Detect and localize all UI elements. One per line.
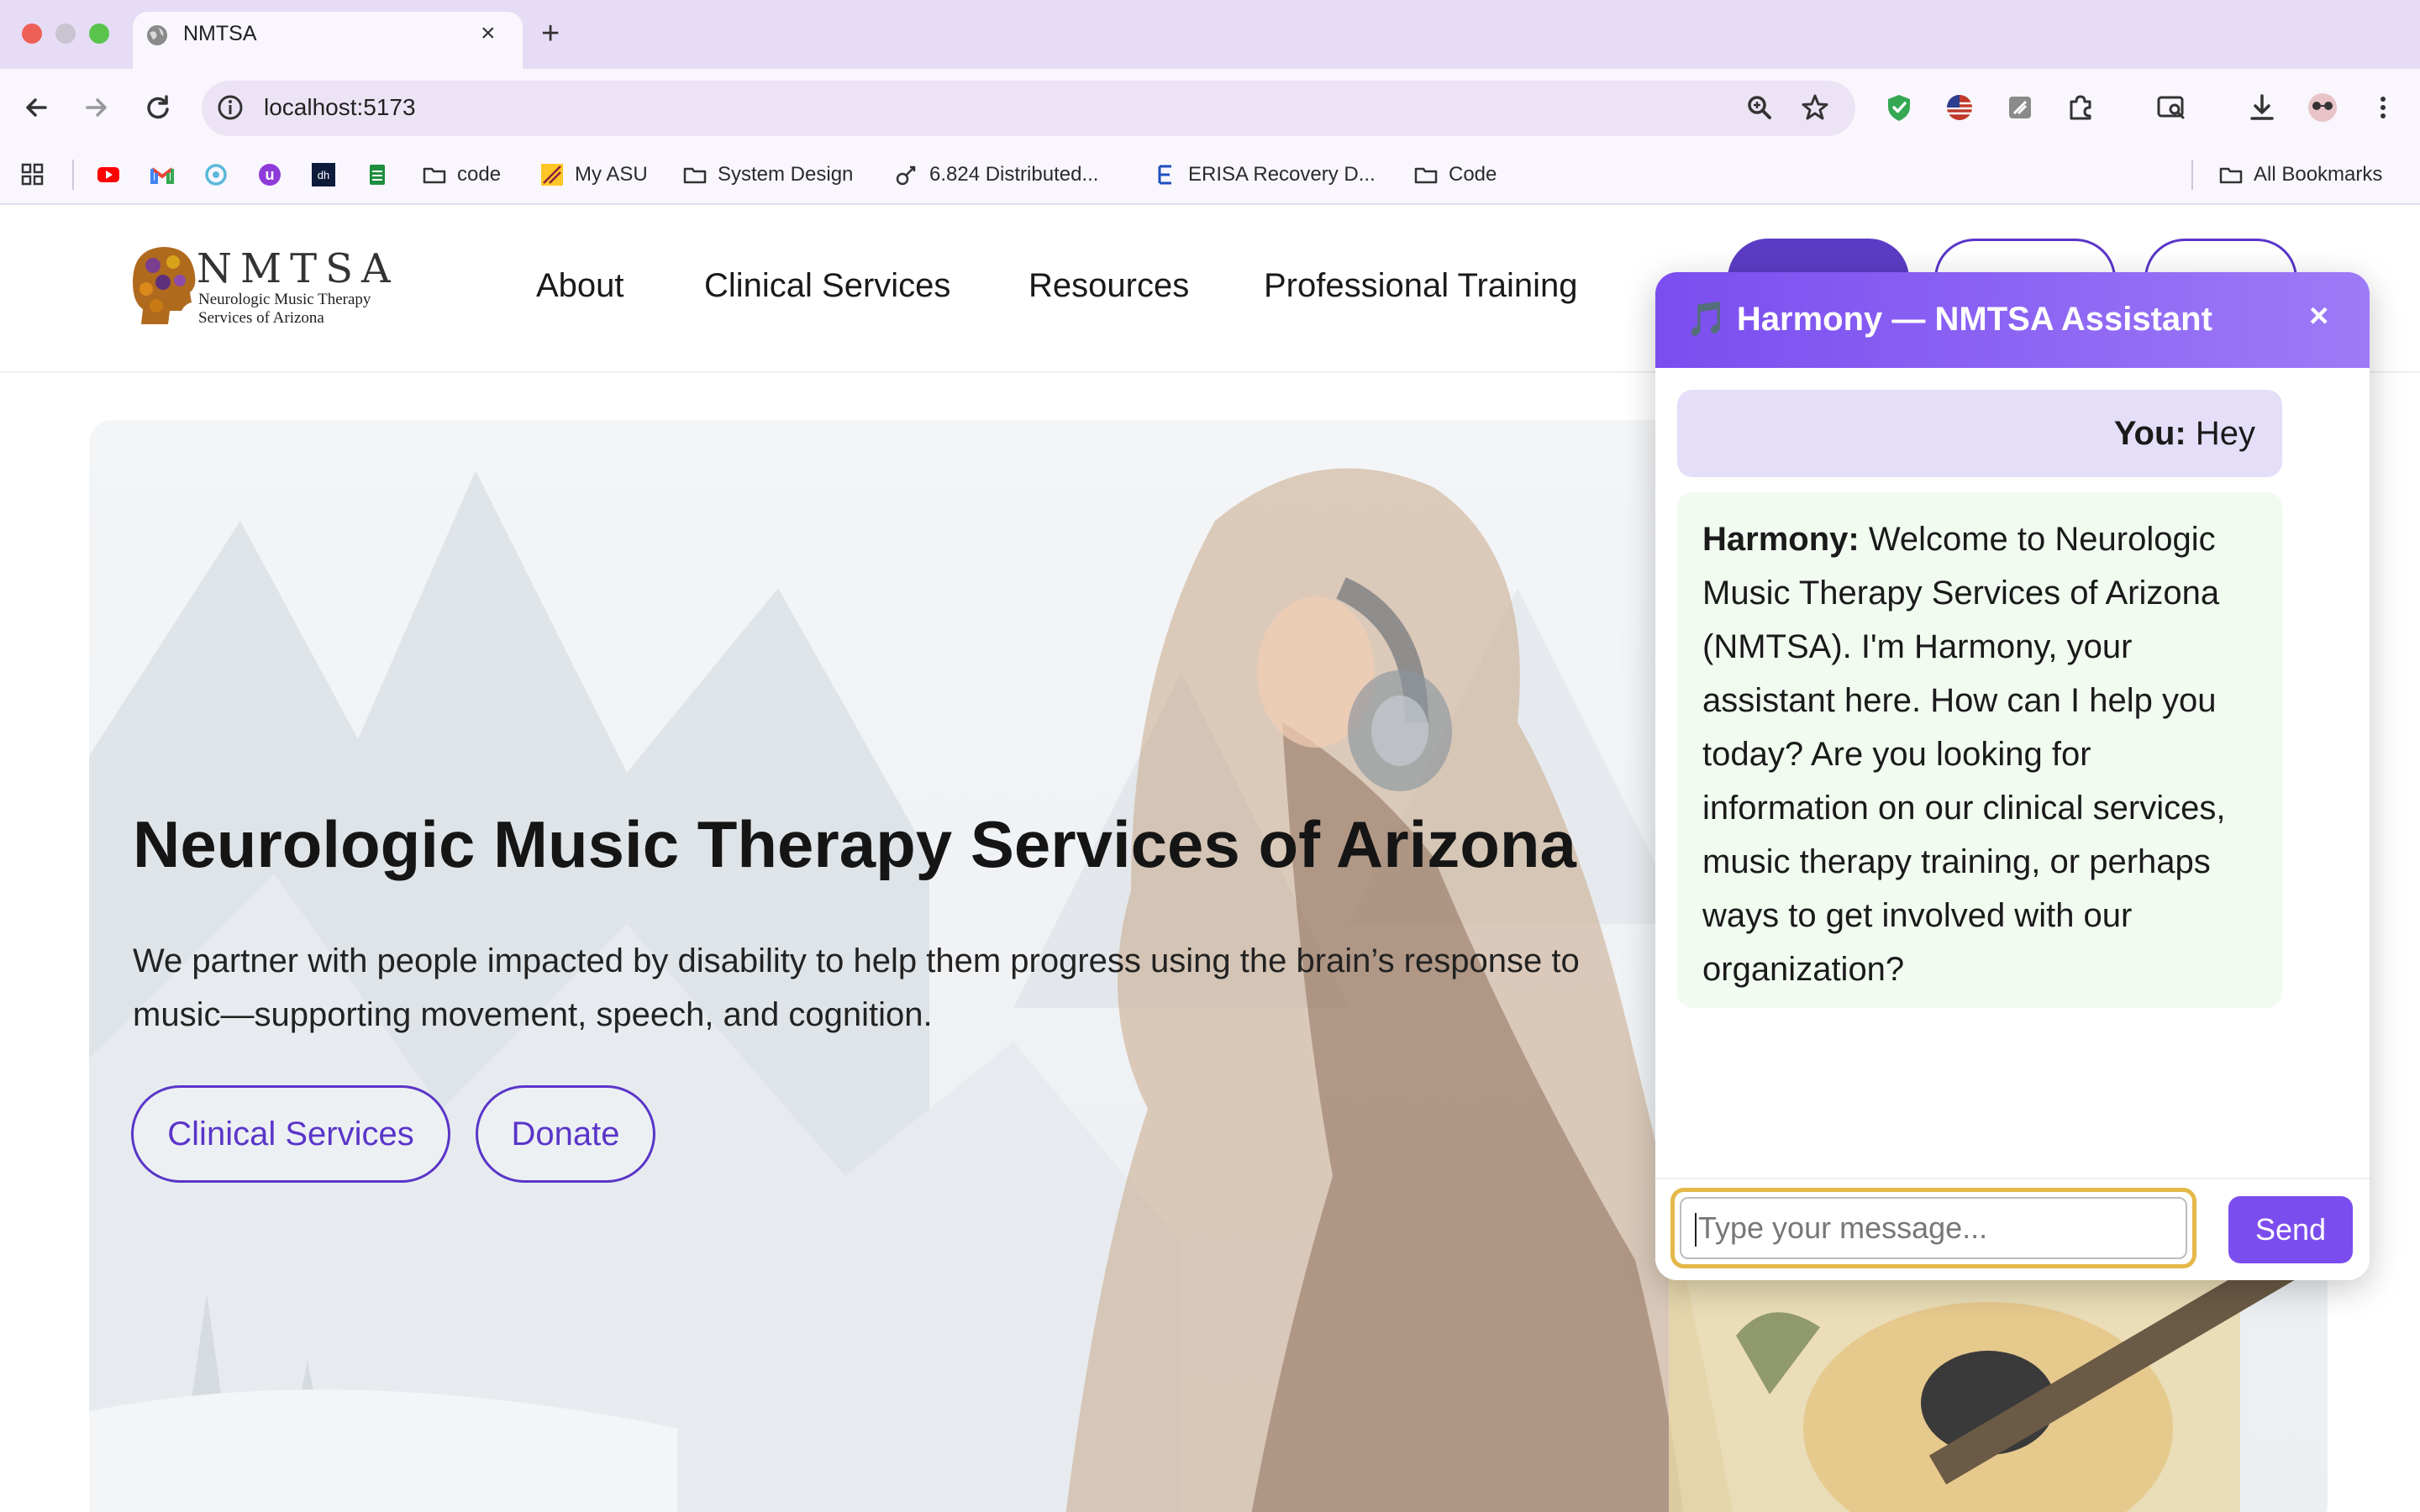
bookmark-label: System Design bbox=[718, 163, 854, 186]
bookmark-app[interactable] bbox=[203, 160, 239, 190]
bookmark-my-asu[interactable]: My ASU bbox=[539, 160, 648, 190]
bookmark-dh[interactable]: dh bbox=[311, 160, 346, 190]
asu-icon bbox=[541, 164, 563, 186]
site-info-icon[interactable] bbox=[215, 92, 245, 123]
hero-title: Neurologic Music Therapy Services of Ari… bbox=[133, 807, 1576, 881]
all-bookmarks-label: All Bookmarks bbox=[2254, 163, 2383, 186]
folder-icon bbox=[1414, 167, 1438, 184]
apps-grid-icon[interactable] bbox=[20, 160, 45, 190]
bookmark-gmail[interactable] bbox=[150, 160, 185, 190]
globe-icon bbox=[147, 25, 167, 45]
svg-text:u: u bbox=[266, 166, 275, 183]
profile-avatar-icon[interactable] bbox=[2306, 91, 2339, 124]
bookmark-system-design[interactable]: System Design bbox=[682, 160, 853, 190]
chat-input-focus-ring: Type your message... bbox=[1670, 1188, 2196, 1268]
zoom-icon[interactable] bbox=[1743, 91, 1776, 124]
window-zoom-button[interactable] bbox=[89, 24, 109, 44]
tab-title: NMTSA bbox=[183, 22, 257, 45]
chat-input-placeholder: Type your message... bbox=[1698, 1210, 1988, 1245]
bookmark-distributed[interactable]: 6.824 Distributed... bbox=[894, 160, 1098, 190]
chat-message-assistant: Harmony: Welcome to Neurologic Music The… bbox=[1677, 492, 2282, 1008]
folder-icon bbox=[2219, 167, 2243, 184]
svg-text:dh: dh bbox=[318, 169, 329, 181]
youtube-icon bbox=[97, 167, 119, 182]
address-bar[interactable] bbox=[202, 81, 1855, 136]
new-tab-icon[interactable]: + bbox=[541, 15, 560, 52]
message-sender: You: bbox=[2113, 415, 2186, 452]
logo-subtitle: Neurologic Music Therapy Services of Ari… bbox=[198, 291, 400, 328]
text-caret bbox=[1695, 1213, 1697, 1247]
bookmark-youtube[interactable] bbox=[96, 160, 131, 190]
logo-head-icon[interactable] bbox=[129, 244, 200, 328]
folder-icon bbox=[423, 167, 446, 184]
logo-subtitle-line: Neurologic Music Therapy bbox=[198, 291, 371, 308]
hero-subtitle: We partner with people impacted by disab… bbox=[133, 942, 1580, 1033]
gmail-icon bbox=[150, 167, 174, 184]
url-text: localhost:5173 bbox=[264, 94, 416, 120]
bookmark-label: ERISA Recovery D... bbox=[1188, 163, 1376, 186]
u-icon: u bbox=[259, 164, 281, 186]
tab-search-icon[interactable] bbox=[2154, 91, 2188, 124]
bookmarks-divider bbox=[2191, 160, 2193, 190]
bookmark-sheets[interactable] bbox=[365, 160, 400, 190]
tab-close-icon[interactable]: × bbox=[481, 18, 496, 49]
forward-icon[interactable] bbox=[79, 91, 113, 124]
extension-icon[interactable] bbox=[2003, 91, 2037, 124]
more-menu-icon[interactable] bbox=[2366, 91, 2400, 124]
shield-extension-icon[interactable] bbox=[1882, 91, 1916, 124]
chat-title: 🎵 Harmony — NMTSA Assistant bbox=[1686, 301, 2212, 338]
message-text: Welcome to Neurologic Music Therapy Serv… bbox=[1702, 521, 2226, 988]
flag-extension-icon[interactable] bbox=[1943, 91, 1976, 124]
logo-wordmark[interactable]: NMTSA bbox=[197, 245, 399, 292]
all-bookmarks[interactable]: All Bookmarks bbox=[2218, 160, 2382, 190]
chat-widget: 🎵 Harmony — NMTSA Assistant × You: Hey H… bbox=[1655, 272, 2370, 1280]
e-icon bbox=[1158, 165, 1171, 185]
window-close-button[interactable] bbox=[22, 24, 42, 44]
window-minimize-button[interactable] bbox=[55, 24, 76, 44]
bookmark-code[interactable]: code bbox=[422, 160, 501, 190]
chat-message-user: You: Hey bbox=[1677, 390, 2282, 477]
bookmark-label: 6.824 Distributed... bbox=[929, 163, 1099, 186]
hero-clinical-services-button[interactable]: Clinical Services bbox=[131, 1085, 450, 1183]
app-icon bbox=[205, 164, 227, 186]
nav-professional-training[interactable]: Professional Training bbox=[1264, 267, 1578, 305]
reload-icon[interactable] bbox=[141, 91, 175, 124]
bookmark-label: code bbox=[457, 163, 502, 186]
folder-icon bbox=[683, 167, 707, 184]
puzzle-icon[interactable] bbox=[2064, 91, 2097, 124]
chat-close-icon[interactable]: × bbox=[2309, 297, 2328, 334]
send-button[interactable]: Send bbox=[2228, 1196, 2353, 1263]
sheets-icon bbox=[370, 165, 385, 185]
bookmarks-divider bbox=[72, 160, 74, 190]
bookmark-code-folder[interactable]: Code bbox=[1413, 160, 1497, 190]
bookmark-erisa[interactable]: ERISA Recovery D... bbox=[1153, 160, 1376, 190]
message-text: Hey bbox=[2195, 415, 2255, 452]
chat-message-input[interactable]: Type your message... bbox=[1680, 1197, 2187, 1259]
bookmark-star-icon[interactable] bbox=[1798, 91, 1832, 124]
bookmark-label: Code bbox=[1449, 163, 1497, 186]
dh-icon: dh bbox=[312, 163, 335, 186]
logo-subtitle-line: Services of Arizona bbox=[198, 309, 324, 327]
bookmark-label: My ASU bbox=[575, 163, 648, 186]
nav-clinical-services[interactable]: Clinical Services bbox=[704, 267, 950, 305]
bookmark-u[interactable]: u bbox=[257, 160, 292, 190]
link-icon bbox=[896, 165, 916, 186]
nav-about[interactable]: About bbox=[536, 267, 624, 305]
download-icon[interactable] bbox=[2245, 91, 2279, 124]
back-icon[interactable] bbox=[20, 91, 54, 124]
message-sender: Harmony: bbox=[1702, 521, 1860, 558]
hero-donate-button[interactable]: Donate bbox=[476, 1085, 655, 1183]
nav-resources[interactable]: Resources bbox=[1028, 267, 1189, 305]
